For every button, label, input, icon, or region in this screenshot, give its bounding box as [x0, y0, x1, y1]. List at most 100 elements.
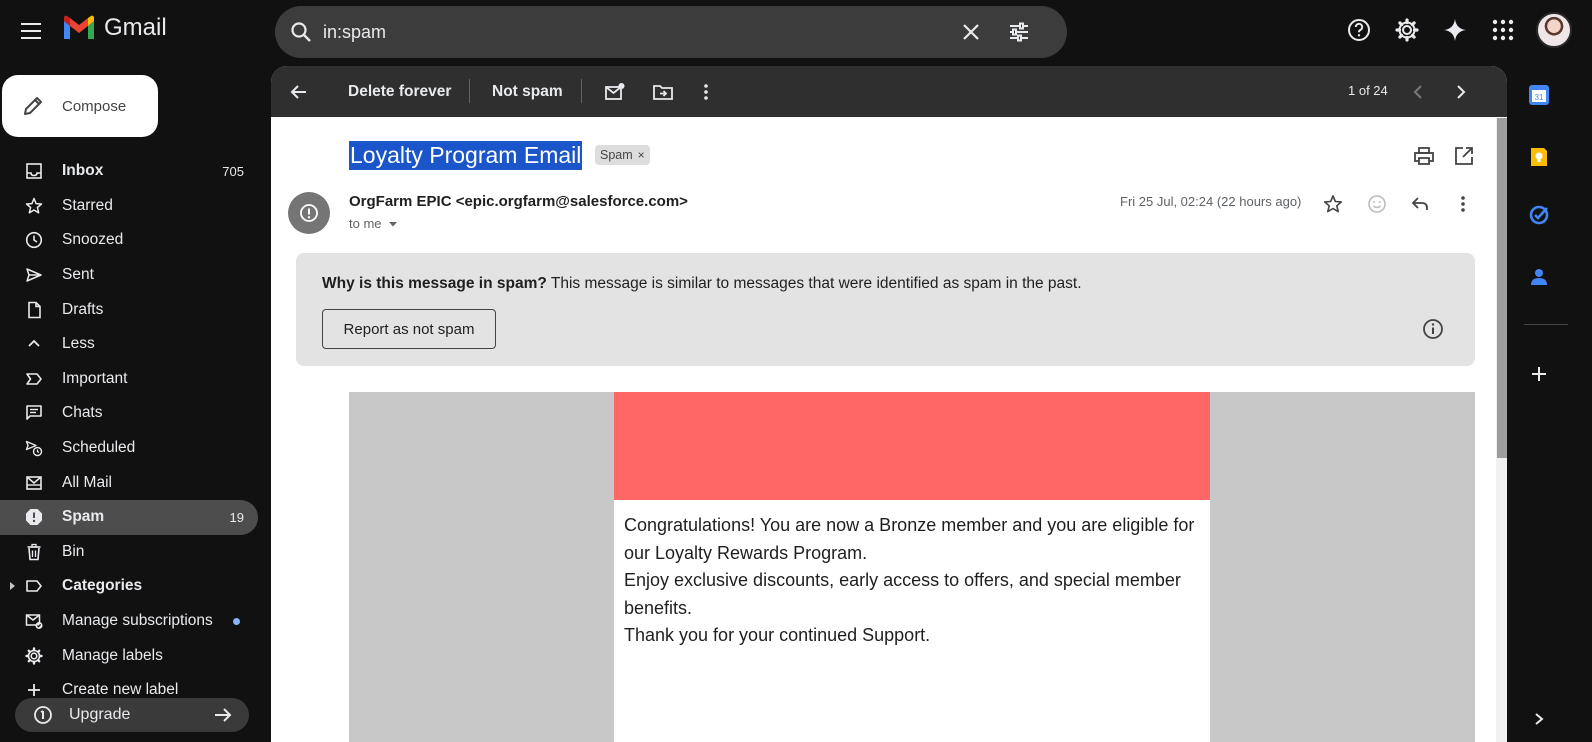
not-spam-label: Not spam	[492, 82, 563, 100]
scrollbar-thumb[interactable]	[1497, 118, 1507, 458]
sidebar-item-label: Drafts	[62, 300, 104, 318]
print-button[interactable]	[1413, 145, 1435, 172]
subscriptions-icon	[24, 611, 44, 631]
gmail-logo[interactable]: Gmail	[62, 14, 167, 42]
chevron-right-icon	[1457, 84, 1466, 99]
recipients-toggle[interactable]: to me	[349, 216, 398, 231]
keep-icon[interactable]	[1528, 146, 1550, 168]
expand-caret-icon[interactable]	[10, 582, 15, 591]
upgrade-info-icon	[34, 706, 52, 724]
message-panel: Delete forever Not spam 1 of 24 Loyalty …	[271, 66, 1507, 742]
email-banner	[614, 392, 1210, 500]
chevron-left-icon	[1413, 84, 1422, 99]
clear-search-icon[interactable]	[959, 20, 983, 44]
expand-panel-icon[interactable]	[1528, 708, 1550, 730]
sidebar-item-allmail[interactable]: All Mail	[0, 465, 258, 500]
emoji-reaction-button[interactable]	[1365, 192, 1389, 216]
upgrade-button[interactable]: Upgrade	[15, 698, 249, 732]
sender-name[interactable]: OrgFarm EPIC <epic.orgfarm@salesforce.co…	[349, 193, 688, 210]
pencil-icon	[24, 97, 42, 115]
draft-icon	[24, 300, 44, 320]
sidebar-item-label: Starred	[62, 196, 113, 214]
apps-grid-icon[interactable]	[1488, 15, 1518, 45]
more-actions-button[interactable]	[702, 66, 710, 117]
sidebar-nav: Inbox 705 Starred Snoozed Sent Drafts Less Impo…	[0, 154, 258, 708]
sidebar-item-label: Bin	[62, 542, 85, 560]
back-button[interactable]	[289, 66, 309, 117]
sidebar-item-label: Create new label	[62, 681, 179, 699]
not-spam-button[interactable]: Not spam	[492, 66, 563, 117]
open-new-window-button[interactable]	[1453, 145, 1475, 172]
delete-forever-button[interactable]: Delete forever	[348, 66, 451, 117]
report-not-spam-button[interactable]: Report as not spam	[322, 309, 496, 349]
sidebar-item-scheduled[interactable]: Scheduled	[0, 431, 258, 466]
sidebar-item-categories[interactable]: Categories	[0, 569, 258, 604]
delete-forever-label: Delete forever	[348, 82, 452, 100]
recipients-label: to me	[349, 216, 382, 231]
search-input[interactable]	[323, 18, 923, 46]
clock-icon	[24, 230, 44, 250]
email-body: Congratulations! You are now a Bronze me…	[349, 392, 1475, 742]
sidebar-item-labels[interactable]: Manage labels	[0, 638, 258, 673]
compose-button[interactable]: Compose	[2, 75, 158, 137]
sidebar-item-label: Scheduled	[62, 439, 136, 457]
sidebar-item-label: All Mail	[62, 473, 112, 491]
tasks-icon[interactable]	[1528, 204, 1550, 226]
chevron-up-icon	[24, 334, 44, 354]
newer-button[interactable]	[1411, 66, 1425, 117]
sidebar-item-starred[interactable]: Starred	[0, 189, 258, 224]
spam-info-button[interactable]	[1422, 318, 1444, 345]
help-icon[interactable]	[1344, 15, 1374, 45]
sidebar-item-important[interactable]: Important	[0, 362, 258, 397]
sidebar-item-less[interactable]: Less	[0, 327, 258, 362]
sidebar-item-chats[interactable]: Chats	[0, 396, 258, 431]
label-icon	[24, 576, 44, 596]
add-addon-icon[interactable]	[1528, 363, 1550, 385]
sidebar-item-spam[interactable]: Spam 19	[0, 499, 258, 535]
search-icon[interactable]	[289, 20, 313, 44]
sidebar-item-label: Snoozed	[62, 231, 124, 249]
sidebar-item-snoozed[interactable]: Snoozed	[0, 223, 258, 258]
arrow-right-icon	[215, 708, 232, 722]
more-vertical-icon	[1461, 196, 1465, 212]
upgrade-label: Upgrade	[69, 706, 131, 723]
compose-label: Compose	[62, 97, 127, 115]
remove-label-icon[interactable]: ×	[638, 148, 645, 162]
spam-warning-icon	[300, 204, 318, 222]
sender-avatar[interactable]	[288, 192, 330, 234]
printer-icon	[1414, 147, 1434, 165]
message-scrollbar[interactable]	[1496, 118, 1507, 742]
sidebar: Compose Inbox 705 Starred Snoozed Sent Drafts…	[0, 62, 270, 742]
unread-count: 19	[229, 509, 244, 525]
settings-gear-icon[interactable]	[1392, 15, 1422, 45]
star-icon	[1323, 195, 1343, 213]
sidebar-item-inbox[interactable]: Inbox 705	[0, 154, 258, 189]
email-text: Congratulations! You are now a Bronze me…	[614, 500, 1210, 662]
sidebar-item-subscriptions[interactable]: Manage subscriptions	[0, 604, 258, 639]
move-to-button[interactable]	[652, 66, 674, 117]
star-button[interactable]	[1321, 192, 1345, 216]
trash-icon	[24, 542, 44, 562]
open-in-new-icon	[1455, 147, 1473, 165]
sidebar-item-label: Manage labels	[62, 646, 163, 664]
sidebar-item-sent[interactable]: Sent	[0, 258, 258, 293]
account-avatar[interactable]	[1536, 12, 1572, 48]
search-options-icon[interactable]	[1007, 20, 1031, 44]
gemini-sparkle-icon[interactable]	[1440, 15, 1470, 45]
star-icon	[24, 196, 44, 216]
calendar-icon[interactable]: 31	[1528, 84, 1550, 106]
older-button[interactable]	[1454, 66, 1468, 117]
chat-icon	[24, 403, 44, 423]
message-more-button[interactable]	[1451, 192, 1475, 216]
mark-unread-button[interactable]	[604, 66, 626, 117]
sidebar-item-drafts[interactable]: Drafts	[0, 292, 258, 327]
side-panel-divider	[1524, 324, 1568, 325]
reply-button[interactable]	[1408, 192, 1432, 216]
caret-down-icon	[388, 221, 397, 226]
side-panel: 31	[1510, 62, 1592, 742]
main-menu-button[interactable]	[16, 16, 46, 46]
sidebar-item-bin[interactable]: Bin	[0, 535, 258, 570]
contacts-icon[interactable]	[1528, 266, 1550, 288]
spam-warning-title: Why is this message in spam?	[322, 275, 547, 292]
important-icon	[24, 369, 44, 389]
